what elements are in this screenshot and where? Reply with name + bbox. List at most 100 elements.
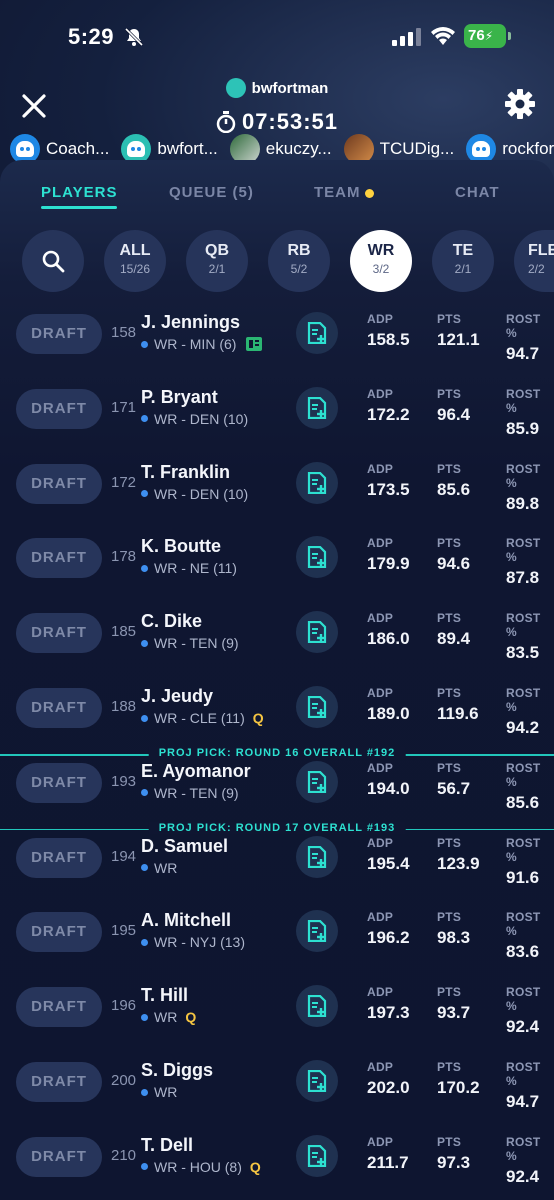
- battery-level: 76: [468, 27, 485, 44]
- player-row[interactable]: DRAFT 188 J. Jeudy WR - CLE (11) Q ADP 189.0 PT…: [0, 686, 554, 746]
- stat-pts: PTS 98.3: [437, 910, 470, 948]
- stat-label: PTS: [437, 611, 462, 626]
- filter-qb[interactable]: QB 2/1: [186, 230, 248, 292]
- note-plus-icon: [307, 396, 327, 419]
- player-row[interactable]: DRAFT 172 T. Franklin WR - DEN (10) ADP 173.5…: [0, 461, 554, 522]
- stat-pts: PTS 170.2: [437, 1060, 480, 1098]
- stat-pts: PTS 96.4: [437, 387, 470, 425]
- player-row[interactable]: DRAFT 178 K. Boutte WR - NE (11) ADP 179.9 PTS…: [0, 536, 554, 596]
- player-name[interactable]: T. Hill: [141, 985, 188, 1006]
- player-row[interactable]: DRAFT 171 P. Bryant WR - DEN (10) ADP 172.2 PT…: [0, 386, 554, 447]
- draft-button[interactable]: DRAFT: [16, 613, 102, 654]
- player-rank: 188: [111, 698, 137, 715]
- stat-label: PTS: [437, 686, 462, 700]
- add-to-queue-button[interactable]: [296, 536, 338, 579]
- note-plus-icon: [307, 920, 327, 943]
- draft-button[interactable]: DRAFT: [16, 837, 102, 878]
- draft-button[interactable]: DRAFT: [16, 987, 102, 1028]
- player-row[interactable]: DRAFT 194 D. Samuel WR ADP 195.4 PTS 123.9 ROST …: [0, 835, 554, 896]
- player-name[interactable]: J. Jennings: [141, 312, 240, 333]
- draft-button[interactable]: DRAFT: [16, 1136, 102, 1177]
- add-to-queue-button[interactable]: [296, 611, 338, 654]
- stat-adp: ADP 197.3: [367, 985, 410, 1023]
- stat-label: PTS: [437, 985, 462, 1000]
- draft-button[interactable]: DRAFT: [16, 388, 102, 429]
- tab-players[interactable]: PLAYERS: [41, 184, 118, 209]
- player-name[interactable]: C. Dike: [141, 611, 202, 632]
- draft-button[interactable]: DRAFT: [16, 314, 102, 354]
- stat-value: 56.7: [437, 778, 471, 798]
- stat-value: 172.2: [367, 404, 410, 424]
- draft-button[interactable]: DRAFT: [16, 1062, 102, 1102]
- stat-rost: ROST % 83.6: [506, 910, 554, 962]
- draft-button[interactable]: DRAFT: [16, 538, 102, 579]
- draft-button[interactable]: DRAFT: [16, 463, 102, 504]
- add-to-queue-button[interactable]: [296, 386, 338, 429]
- stat-value: 85.6: [506, 792, 540, 812]
- search-button[interactable]: [22, 230, 84, 292]
- stat-adp: ADP 186.0: [367, 611, 410, 649]
- tab-team-label: TEAM: [314, 184, 361, 201]
- add-to-queue-button[interactable]: [296, 461, 338, 504]
- battery-indicator: 76⚡: [464, 24, 511, 48]
- filter-rb[interactable]: RB 5/2: [268, 230, 330, 292]
- add-to-queue-button[interactable]: [296, 910, 338, 953]
- gear-icon[interactable]: [504, 88, 536, 120]
- status-bar: 5:29 76⚡: [0, 0, 554, 74]
- add-to-queue-button[interactable]: [296, 686, 338, 728]
- position-filters: ALL 15/26 QB 2/1 RB 5/2 WR 3/2 TE 2/1 FLEX 2/2: [22, 230, 554, 292]
- note-plus-icon: [307, 471, 327, 494]
- player-name[interactable]: S. Diggs: [141, 1060, 213, 1081]
- player-name[interactable]: P. Bryant: [141, 387, 218, 408]
- player-rank: 195: [111, 922, 137, 940]
- player-row[interactable]: DRAFT 210 T. Dell WR - HOU (8) Q ADP 211.7 PTS 9…: [0, 1134, 554, 1195]
- player-team: WR - MIN (6): [154, 336, 237, 352]
- add-to-queue-button[interactable]: [296, 760, 338, 803]
- player-name[interactable]: K. Boutte: [141, 536, 221, 557]
- player-name[interactable]: D. Samuel: [141, 836, 228, 857]
- filter-wr[interactable]: WR 3/2: [350, 230, 412, 292]
- player-name[interactable]: J. Jeudy: [141, 686, 213, 707]
- player-team: WR - TEN (9): [154, 635, 239, 652]
- add-to-queue-button[interactable]: [296, 985, 338, 1028]
- stat-pts: PTS 89.4: [437, 611, 470, 649]
- player-name[interactable]: T. Dell: [141, 1135, 193, 1156]
- stat-adp: ADP 173.5: [367, 462, 410, 500]
- stat-label: ROST %: [506, 1134, 541, 1163]
- tab-team[interactable]: TEAM: [314, 184, 374, 201]
- add-to-queue-button[interactable]: [296, 1060, 338, 1102]
- stat-rost: ROST % 85.9: [506, 387, 554, 439]
- player-name[interactable]: T. Franklin: [141, 462, 230, 483]
- tab-chat[interactable]: CHAT: [455, 184, 500, 201]
- filter-te[interactable]: TE 2/1: [432, 230, 494, 292]
- add-to-queue-button[interactable]: [296, 312, 338, 354]
- player-row[interactable]: DRAFT 185 C. Dike WR - TEN (9) ADP 186.0 PTS 89…: [0, 611, 554, 671]
- player-row[interactable]: DRAFT 195 A. Mitchell WR - NYJ (13) ADP 196.2…: [0, 910, 554, 970]
- stat-rost: ROST % 92.4: [506, 1135, 554, 1187]
- player-name[interactable]: E. Ayomanor: [141, 761, 251, 782]
- stat-value: 94.7: [506, 344, 540, 363]
- stat-value: 123.9: [437, 853, 480, 873]
- add-to-queue-button[interactable]: [296, 1134, 338, 1177]
- drafter-chip-name: ekuczy...: [265, 139, 332, 158]
- add-to-queue-button[interactable]: [296, 835, 338, 878]
- stat-value: 91.6: [506, 867, 540, 887]
- player-row[interactable]: DRAFT 196 T. Hill WR Q ADP 197.3 PTS 93.7 ROST % 9…: [0, 985, 554, 1045]
- filter-all[interactable]: ALL 15/26: [104, 230, 166, 292]
- stat-value: 98.3: [437, 928, 471, 948]
- filter-flex[interactable]: FLEX 2/2: [514, 230, 554, 292]
- player-row[interactable]: DRAFT 200 S. Diggs WR ADP 202.0 PTS 170.2 ROST %…: [0, 1060, 554, 1120]
- draft-button[interactable]: DRAFT: [16, 912, 102, 953]
- stat-pts: PTS 119.6: [437, 686, 479, 724]
- stat-pts: PTS 94.6: [437, 536, 470, 574]
- player-name[interactable]: A. Mitchell: [141, 910, 231, 931]
- draft-button[interactable]: DRAFT: [16, 688, 102, 728]
- stat-label: ADP: [367, 835, 394, 850]
- player-row[interactable]: DRAFT 193 E. Ayomanor WR - TEN (9) ADP 194.0 P…: [0, 760, 554, 821]
- stat-label: ADP: [367, 611, 394, 626]
- player-info: WR - NYJ (13): [141, 934, 245, 950]
- news-icon[interactable]: [246, 337, 263, 351]
- tab-queue[interactable]: QUEUE (5): [169, 184, 254, 201]
- draft-button[interactable]: DRAFT: [16, 762, 102, 803]
- player-row[interactable]: DRAFT 158 J. Jennings WR - MIN (6) ADP 158.5 P…: [0, 312, 554, 372]
